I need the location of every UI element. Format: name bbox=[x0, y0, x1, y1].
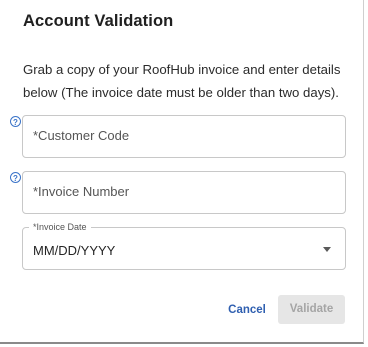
invoice-date-value: MM/DD/YYYY bbox=[33, 243, 116, 258]
dialog-title: Account Validation bbox=[23, 12, 174, 30]
invoice-number-field[interactable]: *Invoice Number bbox=[22, 171, 346, 214]
account-validation-dialog: Account Validation Grab a copy of your R… bbox=[0, 0, 364, 344]
dialog-description: Grab a copy of your RoofHub invoice and … bbox=[23, 62, 341, 100]
customer-code-placeholder: *Customer Code bbox=[33, 128, 130, 143]
chevron-down-icon[interactable] bbox=[323, 247, 331, 252]
invoice-date-field[interactable]: *Invoice Date MM/DD/YYYY bbox=[22, 222, 346, 270]
validate-button[interactable]: Validate bbox=[278, 295, 345, 324]
invoice-number-help-icon[interactable]: ? bbox=[10, 172, 21, 183]
cancel-button[interactable]: Cancel bbox=[224, 296, 270, 324]
customer-code-help-icon[interactable]: ? bbox=[10, 116, 21, 127]
customer-code-field[interactable]: *Customer Code bbox=[22, 115, 346, 158]
invoice-date-label: *Invoice Date bbox=[29, 222, 91, 232]
invoice-number-placeholder: *Invoice Number bbox=[33, 184, 130, 199]
